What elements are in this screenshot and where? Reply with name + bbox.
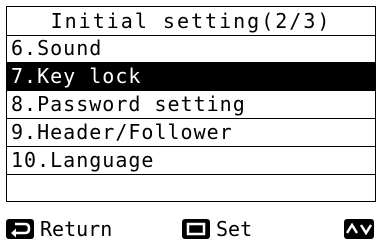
set-label: Set [216,217,253,241]
lcd-screen: Initial setting(2/3) 6.Sound 7.Key lock … [0,0,382,246]
menu-item-header-follower[interactable]: 9.Header/Follower [7,119,375,147]
set-button[interactable]: Set [182,216,252,242]
page-title: Initial setting(2/3) [6,6,376,36]
up-down-arrows-icon [344,219,374,239]
menu-item-language[interactable]: 10.Language [7,147,375,175]
navigate-button[interactable] [344,216,374,242]
menu-item-key-lock[interactable]: 7.Key lock [7,63,375,91]
settings-menu: 6.Sound 7.Key lock 8.Password setting 9.… [6,35,376,202]
return-button[interactable]: Return [6,216,112,242]
menu-empty-row [7,175,375,201]
return-arrow-icon [6,219,34,239]
square-button-icon [182,219,210,239]
menu-item-sound[interactable]: 6.Sound [7,35,375,63]
return-label: Return [40,217,113,241]
menu-item-password-setting[interactable]: 8.Password setting [7,91,375,119]
footer-bar: Return Set [6,216,376,242]
